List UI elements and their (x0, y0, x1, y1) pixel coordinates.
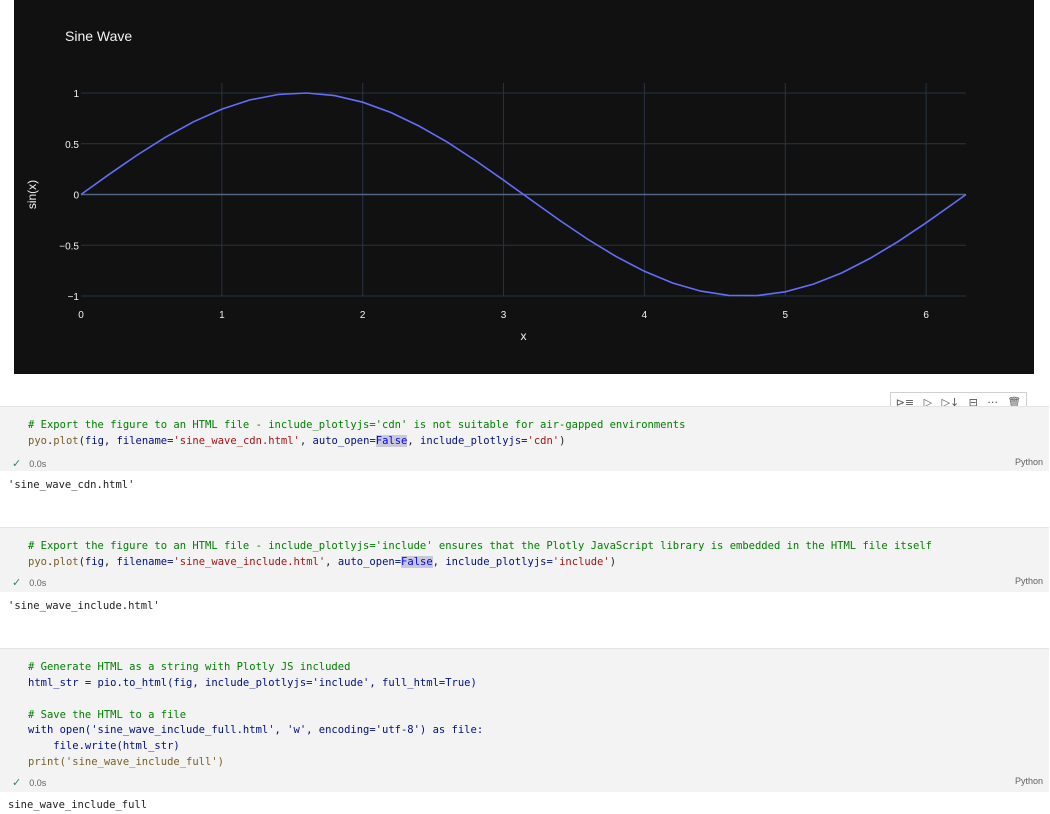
execution-status: ✓ 0.0s (12, 457, 46, 470)
code-comment: # Generate HTML as a string with Plotly … (28, 661, 351, 673)
x-tick-label: 6 (923, 310, 929, 321)
code-token: auto_open= (312, 435, 376, 447)
y-axis-label: sin(x) (25, 180, 39, 209)
cell-output-2: 'sine_wave_include.html' (8, 600, 160, 612)
code-line: html_str = pio.to_html(fig, include_plot… (28, 677, 477, 689)
x-tick-label: 1 (219, 310, 225, 321)
cell-output-3: sine_wave_include_full (8, 799, 148, 811)
code-token: 'sine_wave_cdn.html' (173, 435, 300, 447)
sine-wave-chart[interactable]: Sine Wave 0 1 2 3 4 5 6 1 0.5 0 −0.5 −1 x sin(x) (14, 0, 1034, 374)
code-token: filename= (116, 556, 174, 568)
x-tick-label: 3 (501, 310, 507, 321)
code-token: fig (84, 435, 104, 447)
x-tick-label: 4 (642, 310, 648, 321)
execution-status: ✓ 0.0s (12, 776, 46, 789)
code-token: pyo (28, 556, 47, 568)
code-token: 'cdn' (527, 435, 560, 447)
code-line: pyo.plot(fig, filename='sine_wave_includ… (28, 556, 617, 568)
cell-language[interactable]: Python (1015, 576, 1043, 586)
x-tick-label: 2 (360, 310, 366, 321)
code-token: filename= (116, 435, 174, 447)
code-token: include_plotlyjs= (420, 435, 528, 447)
chart-title: Sine Wave (65, 28, 132, 44)
code-token: plot (53, 556, 79, 568)
execution-status: ✓ 0.0s (12, 576, 46, 589)
code-cell-3[interactable]: # Generate HTML as a string with Plotly … (0, 648, 1049, 792)
code-token: False (375, 435, 408, 447)
code-cell-2[interactable]: # Export the figure to an HTML file - in… (0, 527, 1049, 592)
code-token: False (401, 556, 433, 568)
code-line: # Export the figure to an HTML file - in… (28, 417, 685, 433)
execution-time: 0.0s (29, 578, 47, 588)
code-token: plot (53, 435, 79, 447)
code-cell-1[interactable]: # Export the figure to an HTML file - in… (0, 406, 1049, 471)
success-check-icon: ✓ (12, 777, 22, 789)
code-line: pyo.plot(fig, filename='sine_wave_cdn.ht… (28, 435, 566, 447)
chart-svg: Sine Wave 0 1 2 3 4 5 6 1 0.5 0 −0.5 −1 x sin(x) (25, 28, 967, 343)
code-token: auto_open= (337, 556, 402, 568)
cell-output-1: 'sine_wave_cdn.html' (8, 479, 135, 491)
code-token: fig (84, 556, 104, 568)
code-line: # Export the figure to an HTML file - in… (28, 538, 932, 554)
code-comment: # Save the HTML to a file (28, 709, 187, 721)
code-token: include_plotlyjs= (445, 556, 553, 568)
y-tick-label: 0.5 (65, 140, 79, 151)
cell-language[interactable]: Python (1015, 776, 1043, 786)
code-token: 'sine_wave_include.html' (173, 556, 326, 568)
x-tick-label: 5 (782, 310, 788, 321)
x-tick-label: 0 (78, 310, 84, 321)
code-comment: # Export the figure to an HTML file - in… (28, 540, 932, 552)
y-tick-label: −1 (68, 292, 80, 303)
code-line: with open('sine_wave_include_full.html',… (28, 724, 484, 736)
code-token: pyo (28, 435, 47, 447)
code-token: 'include' (552, 556, 610, 568)
y-tick-label: 0 (73, 191, 79, 202)
success-check-icon: ✓ (12, 577, 22, 589)
y-tick-label: −0.5 (59, 241, 79, 252)
execution-time: 0.0s (29, 459, 47, 469)
code-line: print('sine_wave_include_full') (28, 756, 224, 768)
execution-time: 0.0s (29, 778, 47, 788)
code-line: file.write(html_str) (28, 740, 180, 752)
y-tick-label: 1 (73, 89, 79, 100)
x-axis-label: x (521, 329, 527, 343)
success-check-icon: ✓ (12, 458, 22, 470)
code-comment: # Export the figure to an HTML file - in… (28, 419, 686, 431)
cell-language[interactable]: Python (1015, 457, 1043, 467)
